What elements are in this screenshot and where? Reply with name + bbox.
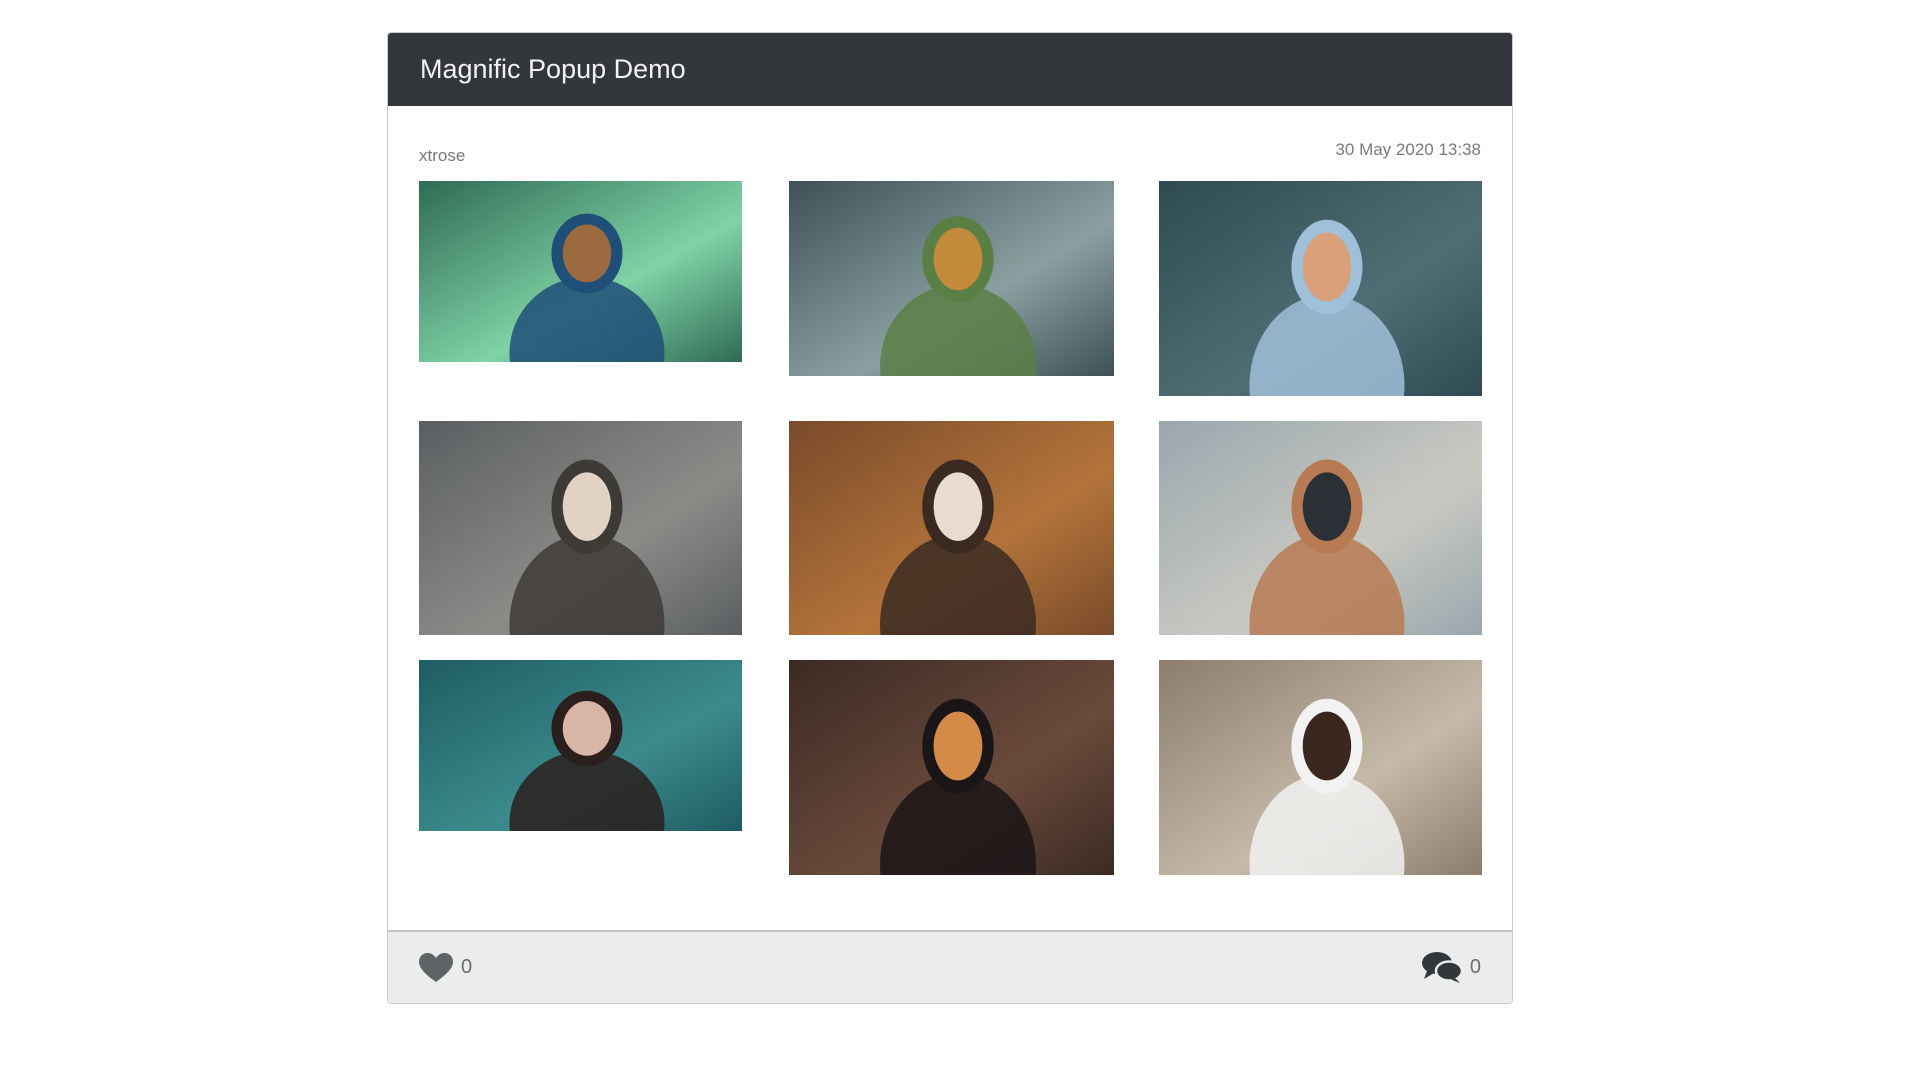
- gallery-image-6[interactable]: [1159, 421, 1482, 635]
- heart-icon: [419, 952, 453, 983]
- comments-button[interactable]: 0: [1421, 951, 1481, 984]
- author-link[interactable]: xtrose: [419, 146, 465, 166]
- post-card: Magnific Popup Demo xtrose 30 May 2020 1…: [387, 32, 1513, 1004]
- gallery-image-2[interactable]: [789, 181, 1114, 376]
- card-header: Magnific Popup Demo: [388, 33, 1512, 106]
- gallery-image-1[interactable]: [419, 181, 742, 362]
- post-timestamp: 30 May 2020 13:38: [1335, 140, 1481, 159]
- gallery-image-5[interactable]: [789, 421, 1114, 635]
- like-button[interactable]: 0: [419, 952, 473, 983]
- comments-icon: [1421, 951, 1462, 984]
- gallery-image-9[interactable]: [1159, 660, 1482, 875]
- likes-count: 0: [461, 956, 473, 978]
- page-title: Magnific Popup Demo: [420, 54, 686, 84]
- comments-count: 0: [1469, 956, 1481, 978]
- card-footer: 0 0: [388, 930, 1512, 1003]
- gallery-image-3[interactable]: [1159, 181, 1482, 396]
- card-body: xtrose 30 May 2020 13:38: [388, 106, 1512, 931]
- gallery-image-4[interactable]: [419, 421, 742, 635]
- gallery-image-7[interactable]: [419, 660, 742, 831]
- image-gallery: [419, 181, 1482, 881]
- gallery-image-8[interactable]: [789, 660, 1114, 875]
